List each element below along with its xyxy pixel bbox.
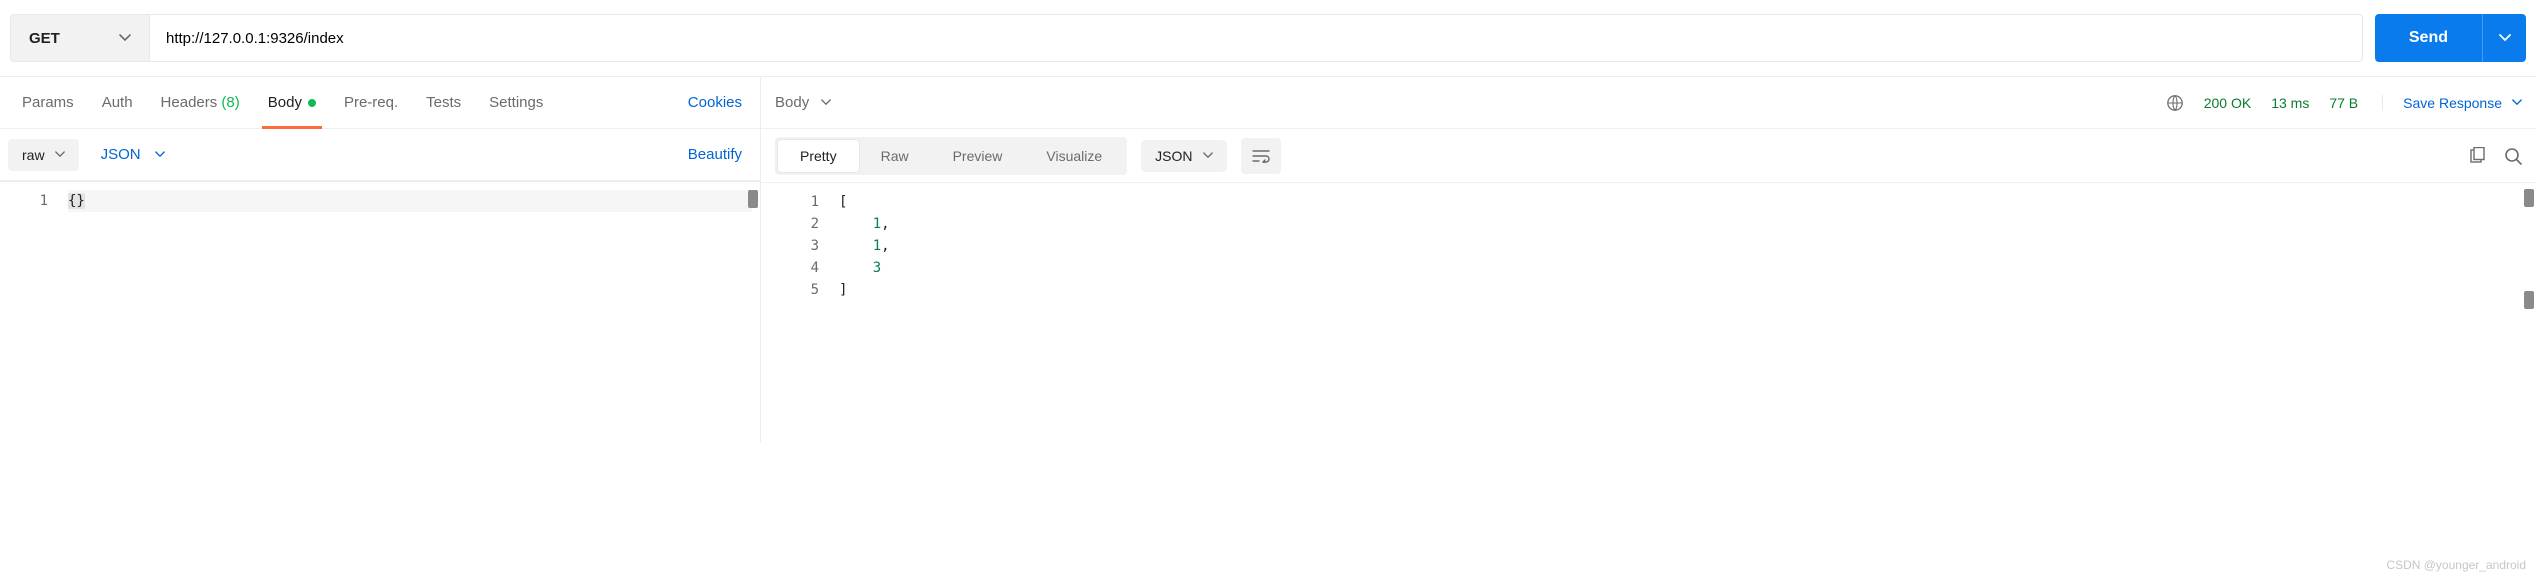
- headers-count: (8): [221, 94, 239, 111]
- chevron-down-icon: [2512, 99, 2522, 106]
- send-button-group: Send: [2375, 14, 2526, 62]
- beautify-button[interactable]: Beautify: [688, 146, 742, 163]
- response-body-editor[interactable]: 1 2 3 4 5 [ 1, 1, 3 ]: [761, 183, 2536, 443]
- chevron-down-icon: [1203, 152, 1213, 159]
- code-line: {}: [68, 190, 752, 212]
- url-input[interactable]: [150, 14, 2363, 62]
- tab-body-label: Body: [268, 94, 302, 111]
- response-lang-value: JSON: [1155, 148, 1192, 164]
- request-panel: Params Auth Headers (8) Body Pre-req. Te…: [0, 77, 761, 443]
- response-view-tabs: Pretty Raw Preview Visualize: [775, 137, 1127, 175]
- status-size: 77 B: [2329, 95, 2358, 111]
- view-pretty[interactable]: Pretty: [778, 140, 859, 172]
- response-lang-select[interactable]: JSON: [1141, 140, 1226, 172]
- code-line: ]: [839, 279, 2528, 301]
- body-mode-value: raw: [22, 147, 45, 163]
- body-controls: raw JSON Beautify: [0, 129, 760, 181]
- response-header: Body 200 OK 13 ms 77 B Save Response: [761, 77, 2536, 129]
- send-options-button[interactable]: [2482, 14, 2526, 62]
- code-line: 1,: [839, 213, 2528, 235]
- status-time: 13 ms: [2271, 95, 2309, 111]
- tab-tests[interactable]: Tests: [412, 77, 475, 129]
- tab-params[interactable]: Params: [8, 77, 88, 129]
- search-icon[interactable]: [2504, 147, 2522, 165]
- response-controls: Pretty Raw Preview Visualize JSON: [761, 129, 2536, 183]
- body-lang-value: JSON: [101, 146, 141, 163]
- response-panel: Body 200 OK 13 ms 77 B Save Response Pre…: [761, 77, 2536, 443]
- body-indicator-icon: [308, 99, 316, 107]
- line-number: 5: [761, 279, 819, 301]
- view-raw[interactable]: Raw: [859, 140, 931, 172]
- tab-settings[interactable]: Settings: [475, 77, 557, 129]
- code-line: 3: [839, 257, 2528, 279]
- status-code: 200 OK: [2204, 95, 2251, 111]
- globe-icon[interactable]: [2166, 94, 2184, 112]
- status-group: 200 OK 13 ms 77 B Save Response: [2166, 94, 2522, 112]
- save-response-label: Save Response: [2403, 95, 2502, 111]
- line-number: 3: [761, 235, 819, 257]
- response-tool-icons: [2468, 147, 2522, 165]
- send-button[interactable]: Send: [2375, 14, 2482, 62]
- scrollbar-thumb[interactable]: [2524, 291, 2534, 309]
- chevron-down-icon: [119, 34, 131, 42]
- tab-headers-label: Headers: [161, 94, 218, 111]
- chevron-down-icon: [155, 151, 165, 158]
- editor-code: [ 1, 1, 3 ]: [831, 183, 2536, 443]
- tab-headers[interactable]: Headers (8): [147, 77, 254, 129]
- editor-code[interactable]: {}: [60, 182, 760, 341]
- scrollbar-thumb[interactable]: [748, 190, 758, 208]
- http-method-select[interactable]: GET: [10, 14, 150, 62]
- line-number: 2: [761, 213, 819, 235]
- request-tabs: Params Auth Headers (8) Body Pre-req. Te…: [0, 77, 760, 129]
- watermark: CSDN @younger_android: [2386, 558, 2526, 572]
- view-preview[interactable]: Preview: [931, 140, 1025, 172]
- copy-icon[interactable]: [2468, 147, 2486, 165]
- view-visualize[interactable]: Visualize: [1024, 140, 1124, 172]
- code-line: 1,: [839, 235, 2528, 257]
- line-number: 1: [0, 190, 48, 212]
- request-body-editor[interactable]: 1 {}: [0, 181, 760, 341]
- wrap-lines-button[interactable]: [1241, 138, 1281, 174]
- chevron-down-icon: [821, 99, 831, 106]
- cookies-link[interactable]: Cookies: [688, 94, 742, 111]
- line-number: 4: [761, 257, 819, 279]
- http-method-value: GET: [29, 30, 60, 47]
- scrollbar-thumb[interactable]: [2524, 189, 2534, 207]
- tab-prereq[interactable]: Pre-req.: [330, 77, 412, 129]
- tab-body[interactable]: Body: [254, 77, 330, 129]
- response-section-select[interactable]: Body: [775, 94, 831, 111]
- line-number: 1: [761, 191, 819, 213]
- response-section-label: Body: [775, 94, 809, 111]
- tab-auth[interactable]: Auth: [88, 77, 147, 129]
- chevron-down-icon: [55, 151, 65, 158]
- body-lang-select[interactable]: JSON: [101, 146, 165, 163]
- request-bar: GET Send: [0, 0, 2536, 77]
- body-mode-select[interactable]: raw: [8, 139, 79, 171]
- main-content: Params Auth Headers (8) Body Pre-req. Te…: [0, 77, 2536, 443]
- editor-gutter: 1 2 3 4 5: [761, 183, 831, 443]
- save-response-button[interactable]: Save Response: [2382, 95, 2522, 111]
- editor-gutter: 1: [0, 182, 60, 341]
- chevron-down-icon: [2499, 34, 2511, 42]
- code-line: [: [839, 191, 2528, 213]
